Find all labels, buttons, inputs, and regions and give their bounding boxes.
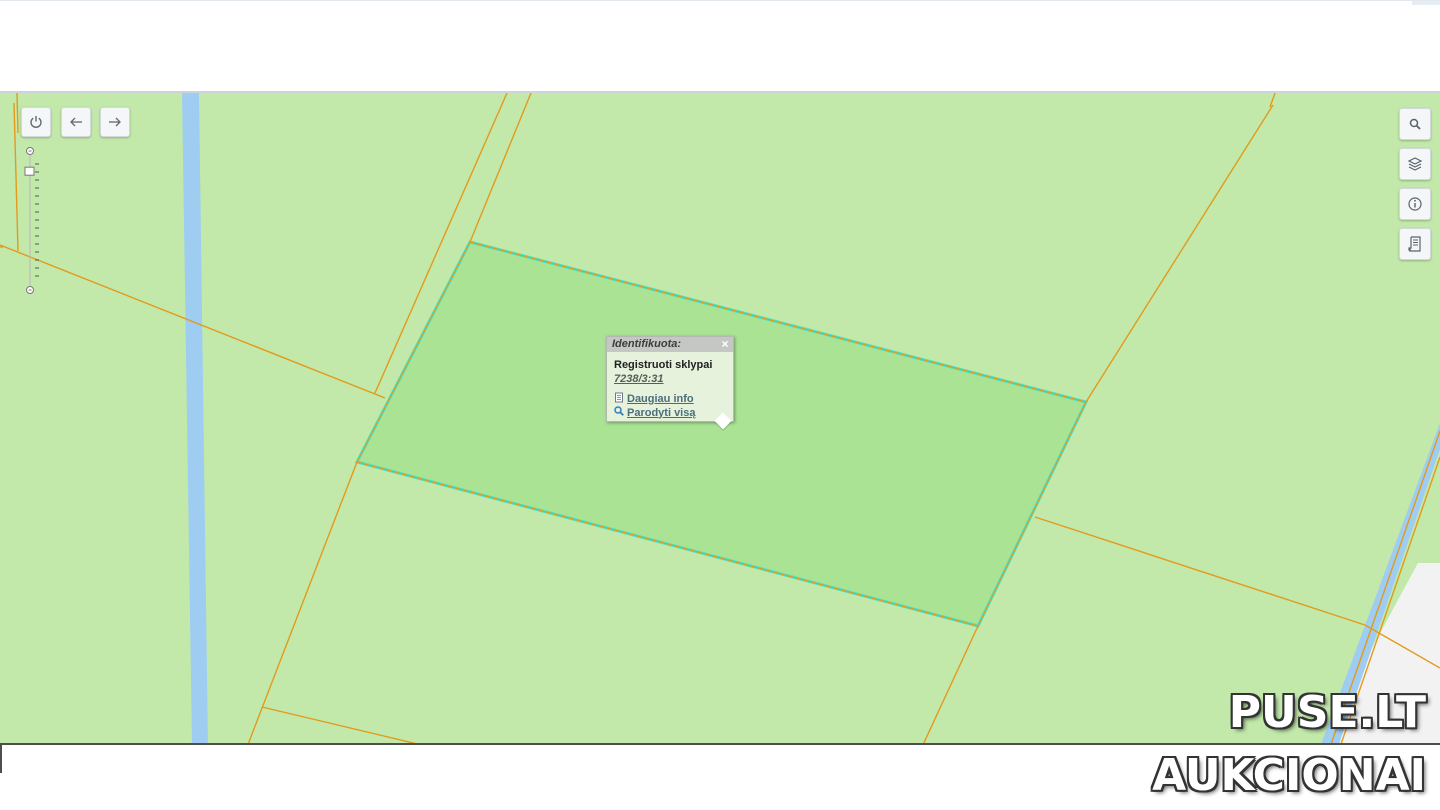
forward-button[interactable] [100,107,130,137]
more-info-link[interactable]: Daugiau info [614,392,694,406]
zoom-in-icon[interactable] [26,147,34,155]
popup-header: Identifikuota: × [607,337,733,352]
layers-icon [1407,156,1423,172]
document-icon [1408,236,1422,252]
show-all-link[interactable]: Parodyti visą [614,406,695,419]
map-view[interactable]: Identifikuota: × Registruoti sklypai 723… [0,91,1440,745]
back-button[interactable] [61,107,91,137]
top-corner-strip [1412,1,1440,5]
search-button[interactable] [1399,108,1431,140]
show-all-label: Parodyti visą [627,406,696,419]
layers-button[interactable] [1399,148,1431,180]
power-button[interactable] [21,107,51,137]
selected-parcel[interactable] [354,240,1089,628]
popup-close-button[interactable]: × [720,337,730,352]
popup-title: Identifikuota: [612,338,682,350]
search-icon [1409,118,1421,130]
zoom-out-icon[interactable] [26,286,34,294]
document-small-icon [614,392,624,406]
top-bar [0,0,1440,91]
popup-layer-name: Registruoti sklypai [614,359,713,371]
popup-parcel-id-link[interactable]: 7238/3:31 [614,373,664,385]
power-icon [29,115,43,129]
zoom-slider[interactable] [22,146,42,296]
info-button[interactable] [1399,188,1431,220]
identify-popup: Identifikuota: × Registruoti sklypai 723… [606,336,734,430]
zoom-ticks [35,163,39,277]
zoom-handle[interactable] [24,166,35,176]
arrow-left-icon [69,117,83,127]
bottom-left-edge [0,745,2,773]
page: Identifikuota: × Registruoti sklypai 723… [0,0,1440,810]
watermark-line-1: PUSE.LT [1228,687,1426,738]
watermark-line-2: AUKCIONAI [1152,750,1426,801]
water-channel-left [182,93,208,743]
arrow-right-icon [108,117,122,127]
info-icon [1408,197,1422,211]
magnifier-small-icon [614,406,624,419]
more-info-label: Daugiau info [627,393,694,405]
document-button[interactable] [1399,228,1431,260]
